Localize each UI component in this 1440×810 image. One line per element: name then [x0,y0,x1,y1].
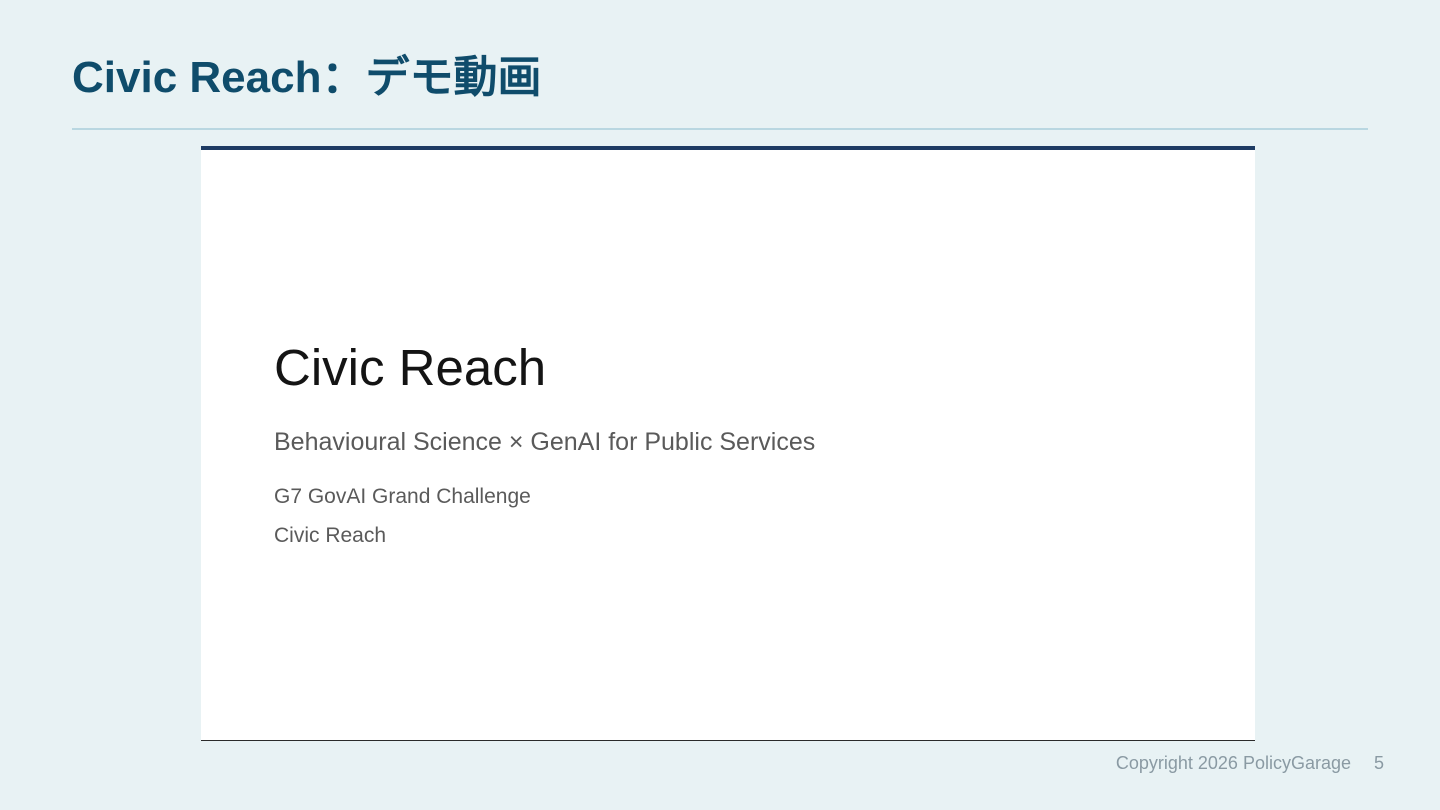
video-subtitle-text: Behavioural Science × GenAI for Public S… [274,428,816,456]
page-number: 5 [1373,753,1384,773]
footer-copyright: Copyright 2026 PolicyGarage [1115,753,1351,773]
video-team-text: Civic Reach [274,524,387,547]
video-event-text: G7 GovAI Grand Challenge [274,485,531,508]
demo-video[interactable]: Civic Reach Behavioural Science × GenAI … [201,146,1255,741]
title-divider [72,128,1368,130]
video-title-text: Civic Reach [274,339,547,396]
slide: { "slide": { "title": "Civic Reach：デモ動画"… [0,0,1440,810]
slide-title: Civic Reach：デモ動画 [72,53,542,102]
